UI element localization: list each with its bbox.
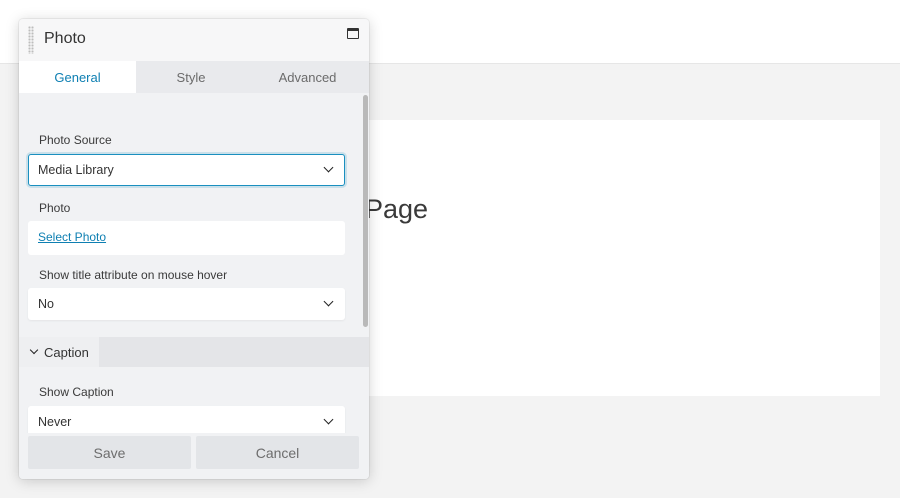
chevron-down-icon — [323, 162, 334, 173]
title-hover-select[interactable]: No — [28, 288, 345, 320]
chevron-down-icon — [29, 345, 39, 355]
tab-general[interactable]: General — [19, 61, 136, 93]
title-hover-value: No — [38, 297, 54, 311]
panel-scrollbar — [363, 95, 368, 327]
tab-advanced[interactable]: Advanced — [246, 61, 369, 93]
panel-title: Photo — [44, 30, 86, 47]
show-caption-label: Show Caption — [39, 385, 114, 399]
caption-section-header: Caption — [19, 337, 369, 367]
panel-content: Photo Source Media Library Photo Select … — [19, 93, 369, 433]
select-photo-link[interactable]: Select Photo — [38, 230, 106, 244]
photo-source-select[interactable]: Media Library — [28, 154, 345, 186]
chevron-down-icon — [323, 414, 334, 425]
photo-label: Photo — [39, 201, 71, 215]
photo-settings-panel: Photo General Style Advanced Photo Sourc… — [19, 19, 369, 479]
panel-header: Photo — [19, 19, 369, 61]
window-icon[interactable] — [347, 28, 359, 39]
photo-source-label: Photo Source — [39, 133, 112, 147]
show-caption-value: Never — [38, 415, 72, 429]
drag-handle-icon[interactable] — [28, 26, 34, 54]
panel-footer: Save Cancel — [19, 433, 369, 479]
photo-source-value: Media Library — [38, 163, 114, 177]
photo-field: Select Photo — [28, 221, 345, 255]
caption-section-label: Caption — [44, 345, 89, 360]
page-content-card: t Page — [340, 120, 880, 396]
show-caption-select[interactable]: Never — [28, 406, 345, 433]
panel-tabs: General Style Advanced — [19, 61, 369, 93]
tab-style[interactable]: Style — [136, 61, 246, 93]
chevron-down-icon — [323, 296, 334, 307]
caption-section-toggle[interactable]: Caption — [19, 337, 99, 367]
save-button[interactable]: Save — [28, 436, 191, 469]
page-heading: t Page — [340, 194, 880, 225]
panel-scrollbar-thumb[interactable] — [363, 95, 368, 327]
cancel-button[interactable]: Cancel — [196, 436, 359, 469]
title-hover-label: Show title attribute on mouse hover — [39, 268, 228, 282]
